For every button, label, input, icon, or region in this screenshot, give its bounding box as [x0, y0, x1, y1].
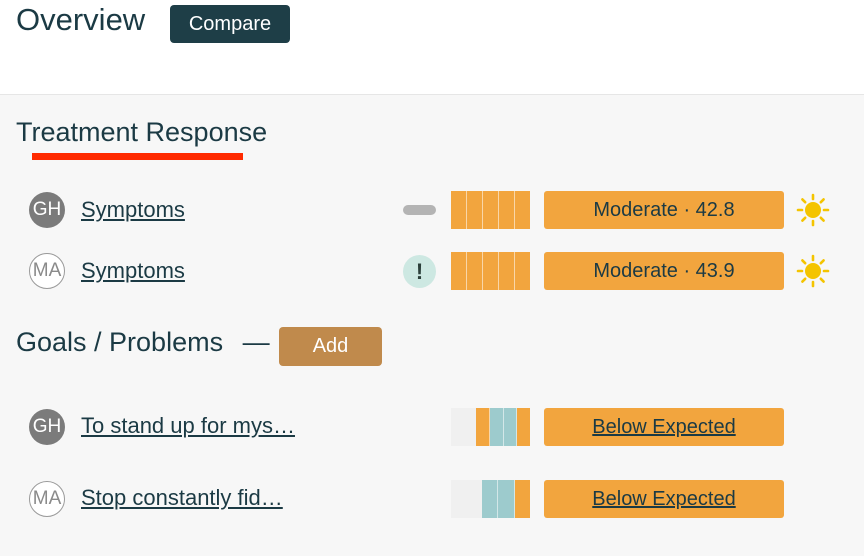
avatar: MA: [29, 481, 65, 517]
treatment-row: GH Symptoms Moderate · 42.8: [0, 190, 864, 230]
trend-bar: [499, 191, 515, 229]
avatar: GH: [29, 192, 65, 228]
progress-bar: [514, 480, 531, 518]
progress-bars: [451, 480, 531, 518]
goals-title-text: Goals / Problems: [16, 327, 224, 357]
sun-icon: [796, 254, 830, 288]
goal-status-label: Below Expected: [592, 415, 736, 438]
progress-bar: [451, 480, 482, 518]
goal-status-link[interactable]: Below Expected: [544, 480, 784, 518]
goal-row: GH To stand up for mys… Below Expected: [0, 407, 864, 447]
trend-bar: [451, 191, 467, 229]
symptoms-link[interactable]: Symptoms: [81, 258, 185, 284]
heading-underline: [32, 153, 243, 160]
treatment-row: MA Symptoms ! Moderate · 43.9: [0, 250, 864, 290]
page-title: Overview: [16, 2, 146, 37]
goal-link[interactable]: Stop constantly fid…: [81, 485, 283, 511]
result-label: Moderate · 42.8: [593, 198, 735, 221]
progress-bar: [517, 408, 531, 446]
goal-row: MA Stop constantly fid… Below Expected: [0, 479, 864, 519]
progress-bar: [498, 480, 515, 518]
trend-bar: [467, 252, 483, 290]
heading-dash: —: [242, 327, 270, 357]
avatar: MA: [29, 253, 65, 289]
trend-bar: [483, 191, 499, 229]
alert-icon[interactable]: !: [403, 255, 436, 288]
result-label: Moderate · 43.9: [593, 259, 735, 282]
progress-bar: [481, 480, 499, 518]
result-badge[interactable]: Moderate · 42.8: [544, 191, 784, 229]
progress-bar: [476, 408, 490, 446]
goals-problems-heading: Goals / Problems —: [16, 327, 270, 358]
top-bar: Overview Compare: [0, 0, 864, 95]
trend-bar: [515, 252, 530, 290]
trend-bar: [483, 252, 499, 290]
progress-bar: [451, 408, 477, 446]
goal-link[interactable]: To stand up for mys…: [81, 413, 295, 439]
treatment-response-heading: Treatment Response: [16, 117, 268, 147]
trend-bar: [515, 191, 530, 229]
trend-bar: [467, 191, 483, 229]
goal-status-label: Below Expected: [592, 487, 736, 510]
trend-bar: [451, 252, 467, 290]
progress-bar: [503, 408, 518, 446]
trend-bar: [499, 252, 515, 290]
avatar: GH: [29, 409, 65, 445]
neutral-dash-icon: [403, 205, 436, 215]
goal-status-link[interactable]: Below Expected: [544, 408, 784, 446]
add-goal-button[interactable]: Add: [279, 327, 382, 366]
result-badge[interactable]: Moderate · 43.9: [544, 252, 784, 290]
trend-bars: [451, 191, 530, 229]
trend-bars: [451, 252, 530, 290]
symptoms-link[interactable]: Symptoms: [81, 197, 185, 223]
progress-bars: [451, 408, 531, 446]
compare-button[interactable]: Compare: [170, 5, 290, 43]
progress-bar: [490, 408, 504, 446]
sun-icon: [796, 193, 830, 227]
